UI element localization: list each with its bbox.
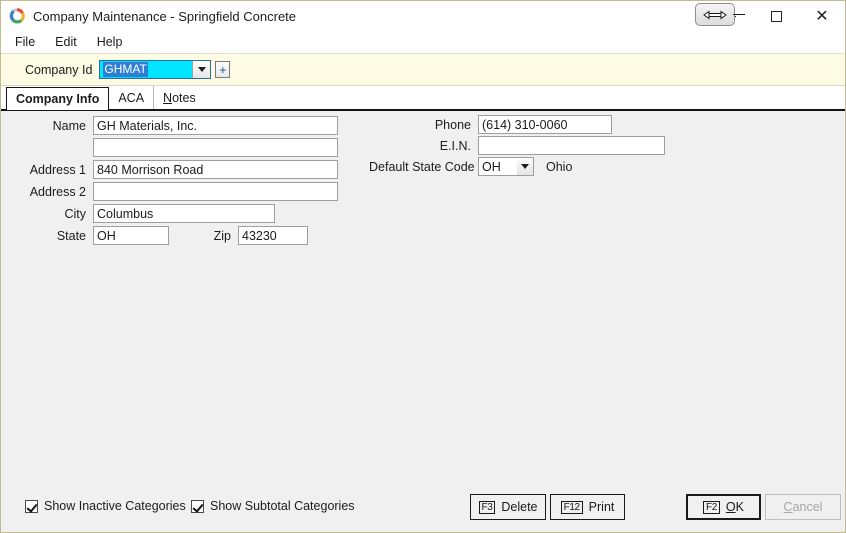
name-field-row: Name xyxy=(11,116,338,135)
name2-field-row xyxy=(11,138,338,157)
delete-fkey-badge: F3 xyxy=(479,501,496,514)
show-subtotal-categories-checkbox[interactable]: Show Subtotal Categories xyxy=(191,499,355,513)
zip-label: Zip xyxy=(187,229,231,243)
ok-button[interactable]: F2 OK xyxy=(686,494,761,520)
default-state-code-label: Default State Code xyxy=(369,160,471,174)
menu-bar: File Edit Help xyxy=(1,31,845,54)
company-id-bar: Company Id GHMAT + xyxy=(1,54,845,86)
tab-notes-accel: N xyxy=(163,91,172,105)
app-logo-icon xyxy=(9,8,25,24)
tab-company-info[interactable]: Company Info xyxy=(6,87,109,110)
phone-field-row: Phone xyxy=(369,115,612,134)
zip-input[interactable] xyxy=(238,226,308,245)
address1-label: Address 1 xyxy=(11,163,86,177)
maximize-button[interactable] xyxy=(753,1,799,31)
cancel-button: Cancel xyxy=(765,494,841,520)
menu-file[interactable]: File xyxy=(5,33,45,51)
delete-button-label: Delete xyxy=(501,500,537,514)
show-inactive-categories-checkbox[interactable]: Show Inactive Categories xyxy=(25,499,186,513)
default-state-code-value: OH xyxy=(479,158,517,175)
address2-label: Address 2 xyxy=(11,185,86,199)
show-subtotal-categories-label: Show Subtotal Categories xyxy=(210,499,355,513)
delete-button[interactable]: F3 Delete xyxy=(470,494,546,520)
cancel-accelerator: C xyxy=(784,500,793,514)
address2-field-row: Address 2 xyxy=(11,182,338,201)
name-input[interactable] xyxy=(93,116,338,135)
show-inactive-categories-label: Show Inactive Categories xyxy=(44,499,186,513)
tab-strip: Company Info ACA Notes xyxy=(1,86,845,111)
ein-field-row: E.I.N. xyxy=(369,136,665,155)
close-icon: ✕ xyxy=(815,8,828,24)
footer-bar: Show Inactive Categories Show Subtotal C… xyxy=(1,484,845,532)
address1-input[interactable] xyxy=(93,160,338,179)
city-input[interactable] xyxy=(93,204,275,223)
print-button[interactable]: F12 Print xyxy=(550,494,625,520)
company-id-label: Company Id xyxy=(25,63,92,77)
print-button-label: Print xyxy=(589,500,615,514)
state-zip-field-row: State Zip xyxy=(11,226,308,245)
ok-fkey-badge: F2 xyxy=(703,501,720,514)
horizontal-resize-cursor-icon xyxy=(695,3,735,26)
cursor-tail-artifact xyxy=(733,14,745,15)
default-state-name: Ohio xyxy=(546,160,572,174)
tab-notes-label-rest: otes xyxy=(172,91,196,105)
ok-accelerator: O xyxy=(726,500,736,514)
company-id-value: GHMAT xyxy=(103,62,147,77)
close-button[interactable]: ✕ xyxy=(799,1,845,31)
name-label: Name xyxy=(11,119,86,133)
state-input[interactable] xyxy=(93,226,169,245)
phone-label: Phone xyxy=(369,118,471,132)
address2-input[interactable] xyxy=(93,182,338,201)
tab-notes[interactable]: Notes xyxy=(153,86,205,109)
state-label: State xyxy=(11,229,86,243)
tab-aca[interactable]: ACA xyxy=(109,86,153,109)
company-id-value-area[interactable]: GHMAT xyxy=(100,61,192,78)
checkbox-checked-icon xyxy=(25,500,38,513)
city-field-row: City xyxy=(11,204,275,223)
maximize-icon xyxy=(771,11,782,22)
phone-input[interactable] xyxy=(478,115,612,134)
ok-button-label: OK xyxy=(726,500,744,514)
default-state-code-dropdown-button[interactable] xyxy=(517,158,533,175)
city-label: City xyxy=(11,207,86,221)
add-company-button[interactable]: + xyxy=(215,61,230,78)
ein-input[interactable] xyxy=(478,136,665,155)
window-title: Company Maintenance - Springfield Concre… xyxy=(33,9,296,24)
company-id-dropdown-button[interactable] xyxy=(192,61,210,78)
print-fkey-badge: F12 xyxy=(561,501,583,514)
company-maintenance-window: Company Maintenance - Springfield Concre… xyxy=(0,0,846,533)
default-state-code-combobox[interactable]: OH xyxy=(478,157,534,176)
chevron-down-icon xyxy=(198,67,206,72)
ein-label: E.I.N. xyxy=(369,139,471,153)
chevron-down-icon xyxy=(521,164,529,169)
checkbox-checked-icon xyxy=(191,500,204,513)
menu-edit[interactable]: Edit xyxy=(45,33,87,51)
address1-field-row: Address 1 xyxy=(11,160,338,179)
menu-help[interactable]: Help xyxy=(87,33,133,51)
default-state-code-row: Default State Code OH Ohio xyxy=(369,157,572,176)
company-info-panel: Name Address 1 Address 2 City State Zip xyxy=(1,111,845,532)
cancel-button-label: Cancel xyxy=(784,500,823,514)
company-id-combobox[interactable]: GHMAT xyxy=(99,60,211,79)
name2-input[interactable] xyxy=(93,138,338,157)
